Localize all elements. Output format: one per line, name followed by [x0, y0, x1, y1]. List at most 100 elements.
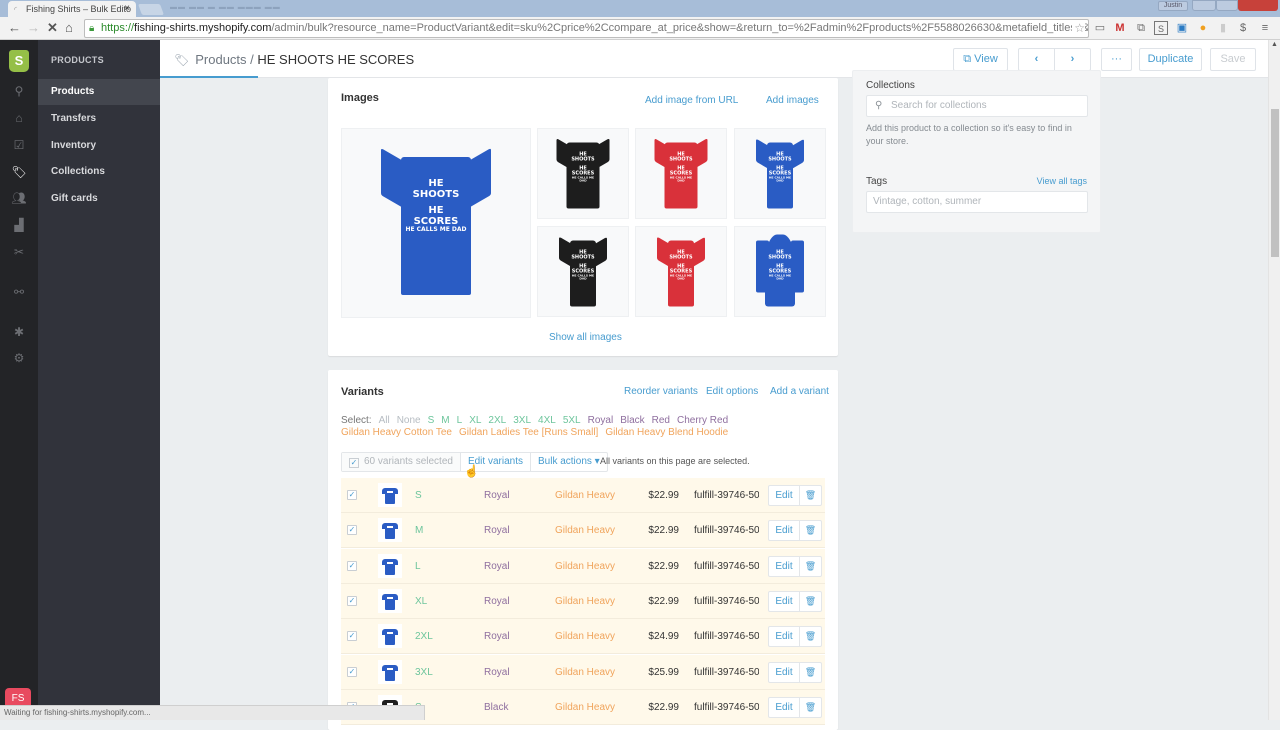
- orders-icon[interactable]: ☑: [10, 136, 28, 154]
- select-size-4xl[interactable]: 4XL: [538, 415, 556, 426]
- home-icon[interactable]: ⌂: [10, 109, 28, 127]
- reorder-variants-link[interactable]: Reorder variants: [624, 386, 698, 397]
- more-actions-button[interactable]: ···: [1101, 48, 1132, 71]
- next-product-button[interactable]: ›: [1054, 48, 1091, 71]
- orange-extension-icon[interactable]: ●: [1196, 21, 1210, 35]
- sales-channels-icon[interactable]: ⚯: [10, 283, 28, 301]
- apps-icon[interactable]: ✱: [10, 323, 28, 341]
- product-image-thumbnail[interactable]: HE SHOOTS HE SCORES HE CALLS ME DAD: [635, 226, 727, 317]
- select-size-l[interactable]: L: [457, 415, 463, 426]
- select-style-filter[interactable]: Gildan Heavy Cotton Tee: [341, 427, 452, 438]
- close-window-button[interactable]: [1238, 0, 1278, 11]
- subnav-item-transfers[interactable]: Transfers: [38, 106, 160, 132]
- product-image-thumbnail[interactable]: HE SHOOTS HE SCORES HE CALLS ME DAD: [734, 128, 826, 219]
- select-size-m[interactable]: M: [441, 415, 449, 426]
- edit-variant-button[interactable]: Edit: [768, 590, 800, 612]
- page-scrollbar[interactable]: ▲: [1268, 40, 1280, 720]
- select-color-red[interactable]: Red: [652, 415, 670, 426]
- view-all-tags-link[interactable]: View all tags: [1037, 176, 1087, 186]
- search-icon[interactable]: ⚲: [10, 82, 28, 100]
- edit-variant-button[interactable]: Edit: [768, 626, 800, 648]
- view-button[interactable]: ⧉ View: [953, 48, 1008, 71]
- select-size-5xl[interactable]: 5XL: [563, 415, 581, 426]
- edit-options-link[interactable]: Edit options: [706, 386, 758, 397]
- add-variant-link[interactable]: Add a variant: [770, 386, 829, 397]
- select-size-3xl[interactable]: 3XL: [513, 415, 531, 426]
- subnav-item-products[interactable]: Products: [38, 79, 160, 105]
- delete-variant-button[interactable]: 🗑︎: [799, 696, 822, 718]
- product-image-thumbnail[interactable]: HE SHOOTS HE SCORES HE CALLS ME DAD: [537, 226, 629, 317]
- scrollbar-thumb[interactable]: [1271, 109, 1279, 257]
- delete-variant-button[interactable]: 🗑︎: [799, 520, 822, 542]
- minimize-button[interactable]: [1192, 0, 1216, 11]
- product-image-thumbnail[interactable]: HE SHOOTS HE SCORES HE CALLS ME DAD: [635, 128, 727, 219]
- home-icon[interactable]: ⌂: [65, 21, 73, 35]
- select-color-royal[interactable]: Royal: [588, 415, 614, 426]
- show-all-images-link[interactable]: Show all images: [549, 332, 622, 343]
- subnav-item-inventory[interactable]: Inventory: [38, 133, 160, 159]
- settings-gear-icon[interactable]: ⚙: [10, 349, 28, 367]
- product-image-thumbnail[interactable]: HE SHOOTS HE SCORES HE CALLS ME DAD: [341, 128, 531, 318]
- grey-extension-icon[interactable]: ▮: [1216, 21, 1230, 35]
- bookmark-star-icon[interactable]: ☆: [1072, 20, 1085, 37]
- cast-icon[interactable]: ▭: [1093, 21, 1107, 35]
- select-size-s[interactable]: S: [428, 415, 435, 426]
- scroll-up-arrow-icon[interactable]: ▲: [1271, 41, 1278, 48]
- select-color-cherry-red[interactable]: Cherry Red: [677, 415, 728, 426]
- save-button[interactable]: Save: [1210, 48, 1256, 71]
- select-style-filter[interactable]: Gildan Ladies Tee [Runs Small]: [459, 427, 598, 438]
- delete-variant-button[interactable]: 🗑︎: [799, 626, 822, 648]
- forward-icon[interactable]: →: [27, 21, 40, 35]
- variant-checkbox[interactable]: ✓: [347, 595, 357, 606]
- tags-input[interactable]: Vintage, cotton, summer: [866, 191, 1088, 213]
- product-image-thumbnail[interactable]: HE SHOOTS HE SCORES HE CALLS ME DAD: [734, 226, 826, 317]
- edit-variant-button[interactable]: Edit: [768, 661, 800, 683]
- blue-extension-icon[interactable]: ▣: [1175, 21, 1189, 35]
- select-size-xl[interactable]: XL: [469, 415, 481, 426]
- variant-checkbox[interactable]: ✓: [347, 666, 357, 677]
- shopify-logo[interactable]: S: [9, 50, 29, 72]
- products-tag-icon[interactable]: 🏷︎: [10, 163, 28, 181]
- edit-variant-button[interactable]: Edit: [768, 696, 800, 718]
- select-filter-none[interactable]: None: [397, 415, 421, 426]
- delete-variant-button[interactable]: 🗑︎: [799, 485, 822, 506]
- bulk-actions-dropdown[interactable]: Bulk actions ▾: [531, 453, 607, 471]
- back-icon[interactable]: ←: [8, 21, 21, 35]
- product-image-thumbnail[interactable]: HE SHOOTS HE SCORES HE CALLS ME DAD: [537, 128, 629, 219]
- shopify-extension-icon[interactable]: $: [1236, 21, 1250, 35]
- variant-checkbox[interactable]: ✓: [347, 560, 357, 571]
- add-images-link[interactable]: Add images: [766, 95, 819, 106]
- select-size-2xl[interactable]: 2XL: [488, 415, 506, 426]
- edit-variant-button[interactable]: Edit: [768, 555, 800, 577]
- profile-button[interactable]: Justin: [1158, 1, 1188, 11]
- reports-icon[interactable]: ▟: [10, 216, 28, 234]
- delete-variant-button[interactable]: 🗑︎: [799, 590, 822, 612]
- close-tab-icon[interactable]: ×: [124, 3, 130, 14]
- delete-variant-button[interactable]: 🗑︎: [799, 555, 822, 577]
- breadcrumb-products-link[interactable]: Products: [195, 52, 246, 67]
- s-extension-icon[interactable]: S: [1154, 21, 1168, 35]
- stop-icon[interactable]: ✕: [47, 21, 58, 35]
- duplicate-button[interactable]: Duplicate: [1139, 48, 1202, 71]
- devtools-extension-icon[interactable]: ⧉: [1134, 21, 1148, 35]
- select-all-toggle[interactable]: ✓ 60 variants selected: [342, 453, 461, 471]
- collections-search-input[interactable]: ⚲ Search for collections: [866, 95, 1088, 117]
- select-color-black[interactable]: Black: [620, 415, 644, 426]
- delete-variant-button[interactable]: 🗑︎: [799, 661, 822, 683]
- subnav-item-gift-cards[interactable]: Gift cards: [38, 186, 160, 212]
- browser-tab[interactable]: ◜ Fishing Shirts – Bulk Edito ×: [8, 1, 136, 17]
- new-tab-button[interactable]: [137, 4, 165, 15]
- customers-icon[interactable]: 👥︎: [10, 189, 28, 207]
- variant-checkbox[interactable]: ✓: [347, 490, 357, 500]
- previous-product-button[interactable]: ‹: [1018, 48, 1055, 71]
- discounts-icon[interactable]: ✂: [10, 243, 28, 261]
- select-style-filter[interactable]: Gildan Heavy Blend Hoodie: [605, 427, 728, 438]
- address-bar[interactable]: 🔒︎ https://fishing-shirts.myshopify.com/…: [84, 19, 1089, 38]
- add-image-from-url-link[interactable]: Add image from URL: [645, 95, 738, 106]
- edit-variant-button[interactable]: Edit: [768, 485, 800, 506]
- variant-checkbox[interactable]: ✓: [347, 525, 357, 536]
- select-filter-all[interactable]: All: [379, 415, 390, 426]
- subnav-item-collections[interactable]: Collections: [38, 159, 160, 185]
- edit-variant-button[interactable]: Edit: [768, 520, 800, 542]
- maximize-button[interactable]: [1216, 0, 1238, 11]
